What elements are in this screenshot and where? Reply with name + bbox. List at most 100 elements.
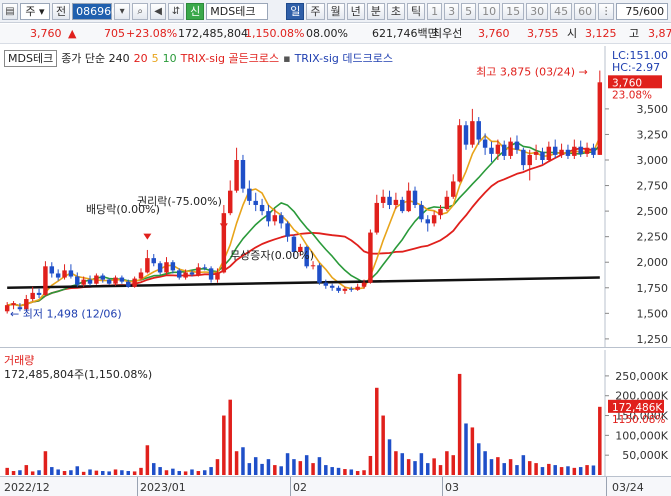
- period-second[interactable]: 초: [386, 2, 405, 20]
- candle-body: [189, 272, 195, 275]
- search-icon[interactable]: ⌕: [132, 2, 149, 20]
- interval-30[interactable]: 30: [526, 2, 549, 20]
- volume-bar: [362, 470, 366, 475]
- volume-bar: [400, 453, 405, 475]
- candle-body: [227, 190, 233, 214]
- settings-icon[interactable]: ⋮: [598, 2, 615, 20]
- price-tick-label: 3,250: [637, 128, 669, 141]
- volume-bar: [18, 470, 22, 475]
- stock-name-field[interactable]: MDS테크: [206, 2, 269, 20]
- candle-body: [196, 267, 201, 275]
- change-value: 705: [104, 27, 125, 40]
- volume-bar: [183, 471, 188, 475]
- volume-bar: [24, 465, 29, 475]
- volume-bar: [273, 465, 277, 475]
- candle-body: [145, 258, 150, 273]
- volume-bar: [349, 469, 354, 475]
- date-label-2022-12: 2022/12: [4, 481, 50, 494]
- candle-body: [126, 281, 131, 287]
- current-percent-tag: 23.08%: [612, 89, 652, 101]
- turnover-percent: 08.00%: [306, 27, 348, 40]
- candle-body: [317, 265, 322, 283]
- candle-body: [412, 190, 418, 205]
- candle-body: [177, 270, 182, 278]
- high-label: 고: [629, 27, 640, 40]
- date-separator: [606, 477, 607, 496]
- period-month[interactable]: 월: [326, 2, 345, 20]
- interval-10[interactable]: 10: [478, 2, 501, 20]
- volume-bar: [107, 471, 111, 475]
- candle-body: [36, 292, 42, 295]
- sin-button[interactable]: 신: [186, 2, 205, 20]
- page-input[interactable]: 75/600: [616, 2, 669, 20]
- bonus-annotation: 무상증자(0.00%): [230, 249, 314, 262]
- stock-code-field[interactable]: 086960: [72, 2, 118, 20]
- volume-bar: [234, 451, 239, 475]
- volume-bar: [75, 466, 80, 475]
- interval-45[interactable]: 45: [550, 2, 573, 20]
- volume-bar: [375, 387, 379, 475]
- volume-bar: [126, 471, 131, 475]
- volume-bar: [209, 467, 213, 475]
- interval-60[interactable]: 60: [574, 2, 597, 20]
- interval-5[interactable]: 5: [461, 2, 477, 20]
- volume-chart[interactable]: 250,000K 200,000K 150,000K 100,000K 50,000K 1…: [0, 350, 671, 476]
- candle-body: [368, 232, 373, 283]
- hc-value: HC:-2.97: [611, 61, 661, 74]
- candle-body: [457, 125, 462, 182]
- volume-bar: [120, 470, 124, 475]
- candle-body: [431, 215, 437, 224]
- candle-body: [584, 147, 590, 154]
- candle-body: [329, 285, 335, 288]
- high-price: 3,87: [648, 27, 671, 40]
- candle-body: [253, 200, 258, 205]
- speaker-icon[interactable]: ◀: [150, 2, 167, 20]
- volume-bar: [151, 463, 156, 475]
- jeon-button[interactable]: 전: [52, 2, 71, 20]
- candle-body: [400, 199, 405, 212]
- price-tick-label: 1,500: [637, 307, 669, 320]
- volume-bar: [470, 427, 475, 475]
- candle-body: [521, 149, 526, 166]
- market-select[interactable]: 주 ▾: [20, 2, 50, 20]
- candle-body: [240, 160, 246, 189]
- candle-body: [552, 146, 558, 155]
- candle-body: [406, 190, 411, 212]
- volume-current-percent: 1150.08%: [612, 414, 665, 426]
- volume-bar: [572, 467, 577, 475]
- volume-bar: [5, 467, 9, 475]
- candle-body: [11, 303, 16, 306]
- volume-bar: [591, 465, 596, 475]
- volume-bar: [419, 453, 424, 475]
- menu-icon[interactable]: ▤: [2, 2, 18, 20]
- interval-1[interactable]: 1: [427, 2, 443, 20]
- candle-body: [546, 146, 552, 160]
- interval-3[interactable]: 3: [444, 2, 460, 20]
- period-day[interactable]: 일: [286, 2, 305, 20]
- volume-bar: [171, 468, 175, 475]
- dropdown-icon[interactable]: ▾: [114, 2, 131, 20]
- candle-body: [361, 282, 367, 287]
- legend-ma20: 20: [133, 52, 148, 65]
- volume-bar: [247, 463, 252, 475]
- period-minute[interactable]: 분: [366, 2, 385, 20]
- interval-15[interactable]: 15: [502, 2, 525, 20]
- high-annotation: 최고 3,875 (03/24) →: [476, 66, 588, 79]
- candle-body: [247, 188, 252, 201]
- period-week[interactable]: 주: [306, 2, 325, 20]
- period-year[interactable]: 년: [346, 2, 365, 20]
- volume-bar: [534, 463, 538, 475]
- price-chart[interactable]: 3,500 3,250 3,000 2,750 2,500 2,250 2,000 1,750…: [0, 46, 671, 348]
- candle-body: [342, 288, 348, 291]
- volume-value: 172,485,804: [178, 27, 248, 40]
- volume-bar: [445, 451, 449, 475]
- candle-body: [349, 288, 354, 290]
- candle-body: [234, 160, 239, 191]
- period-tick[interactable]: 틱: [407, 2, 426, 20]
- date-label-03-24: 03/24: [612, 481, 644, 494]
- volume-bar: [394, 451, 398, 475]
- volume-bar: [101, 471, 105, 475]
- candle-body: [164, 262, 169, 273]
- volume-bar: [317, 457, 322, 475]
- arrow-updown-icon[interactable]: ⇵: [168, 2, 185, 20]
